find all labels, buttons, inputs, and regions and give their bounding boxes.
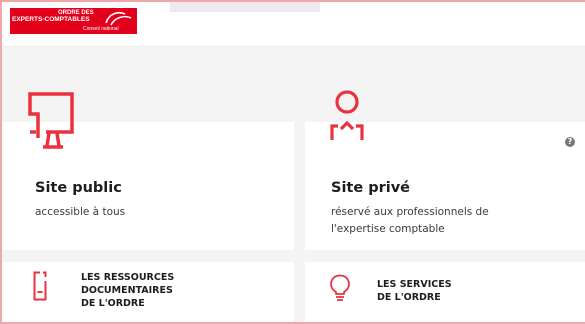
ressources-label-line3[interactable]: DE L'ORDRE	[81, 298, 145, 310]
header-shade	[170, 2, 320, 12]
lightbulb-icon	[330, 274, 350, 301]
ressources-label-line2[interactable]: DOCUMENTAIRES	[81, 285, 173, 297]
help-icon[interactable]: ?	[565, 137, 575, 147]
site-prive-subtitle-line1: réservé aux professionnels de	[331, 206, 489, 218]
oec-logo[interactable]: ORDRE DES EXPERTS-COMPTABLES Conseil nat…	[10, 8, 137, 34]
ressources-label-line1[interactable]: LES RESSOURCES	[81, 272, 174, 284]
logo-text-experts: EXPERTS-COMPTABLES	[12, 16, 90, 23]
services-label-line2[interactable]: DE L'ORDRE	[377, 292, 441, 304]
services-label-line1[interactable]: LES SERVICES	[377, 279, 452, 291]
site-public-title[interactable]: Site public	[35, 180, 122, 196]
document-icon	[33, 271, 47, 301]
monitor-icon	[28, 92, 74, 149]
site-public-subtitle: accessible à tous	[35, 206, 126, 218]
logo-text-conseil: Conseil national	[83, 26, 119, 32]
user-icon	[330, 90, 364, 140]
site-prive-subtitle-line2: l'expertise comptable	[331, 223, 445, 235]
site-prive-title[interactable]: Site privé	[331, 180, 410, 196]
logo-swirl-icon	[105, 11, 132, 26]
